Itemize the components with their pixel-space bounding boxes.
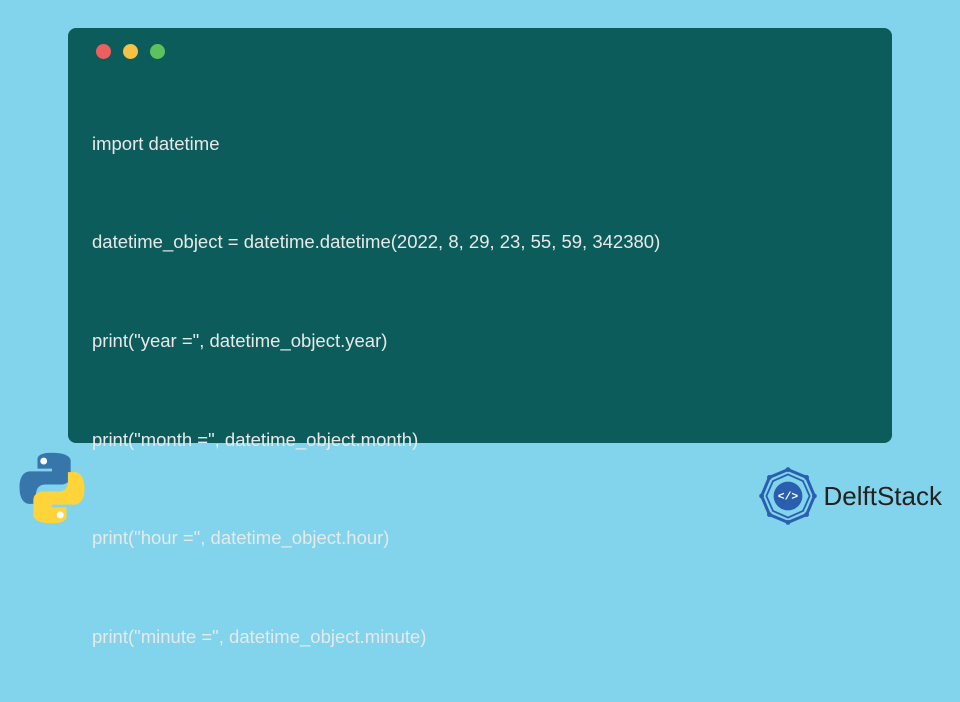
delftstack-logo: </> DelftStack	[758, 466, 943, 526]
code-content: import datetime datetime_object = dateti…	[92, 79, 868, 702]
close-icon	[96, 44, 111, 59]
python-logo-icon	[14, 450, 90, 526]
svg-text:</>: </>	[777, 492, 798, 504]
code-line: datetime_object = datetime.datetime(2022…	[92, 229, 868, 255]
code-line: import datetime	[92, 131, 868, 157]
code-line: print("year =", datetime_object.year)	[92, 328, 868, 354]
code-window: import datetime datetime_object = dateti…	[68, 28, 892, 443]
code-line: print("minute =", datetime_object.minute…	[92, 624, 868, 650]
minimize-icon	[123, 44, 138, 59]
maximize-icon	[150, 44, 165, 59]
delftstack-badge-icon: </>	[758, 466, 818, 526]
delftstack-label: DelftStack	[824, 481, 943, 512]
code-line: print("month =", datetime_object.month)	[92, 427, 868, 453]
code-line: print("hour =", datetime_object.hour)	[92, 525, 868, 551]
traffic-lights	[96, 44, 868, 59]
